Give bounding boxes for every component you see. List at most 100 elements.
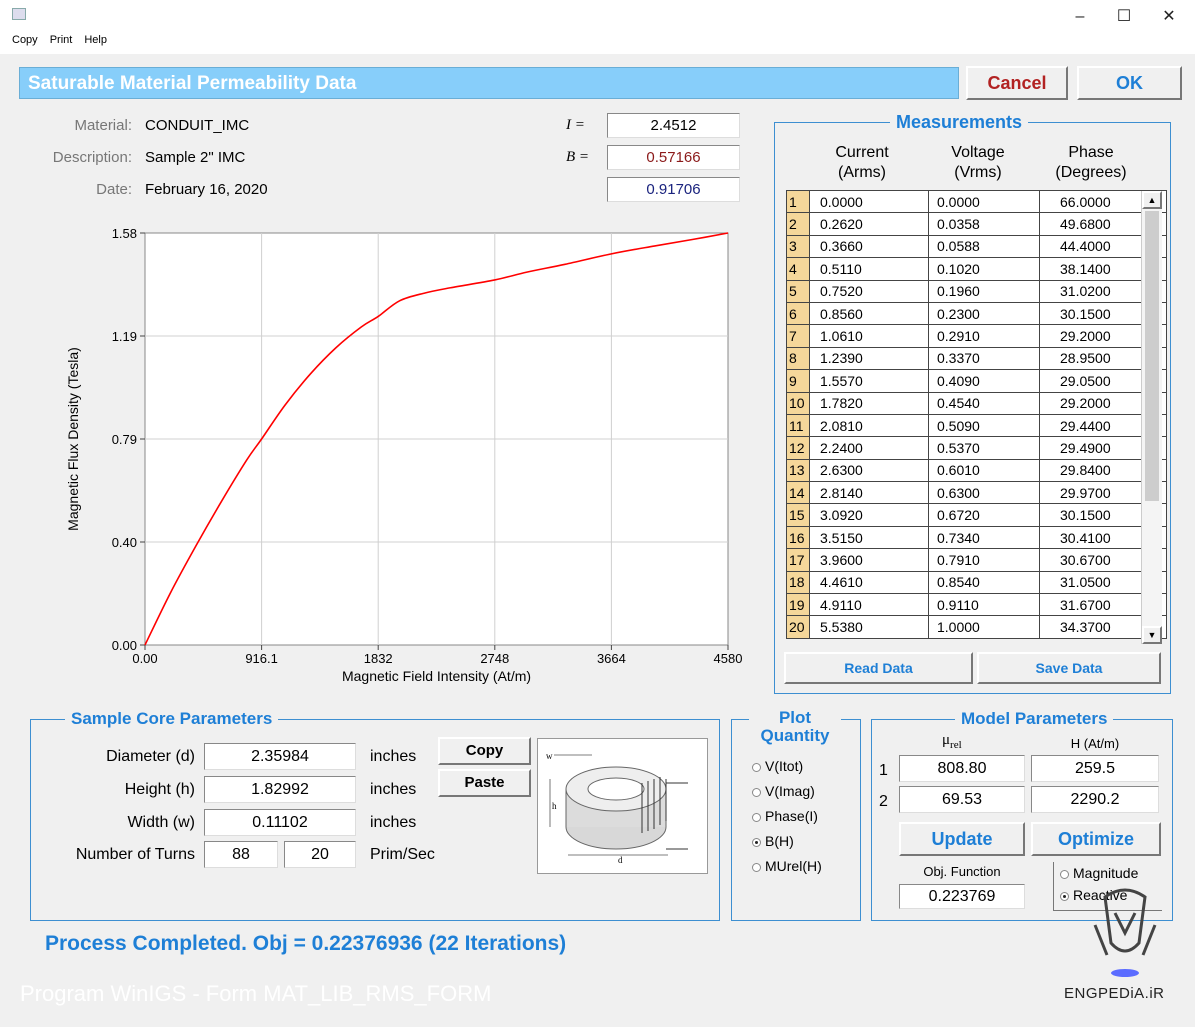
measurement-row[interactable]: 20 5.5380 1.0000 34.3700 [786,615,1167,639]
measurement-row[interactable]: 14 2.8140 0.6300 29.9700 [786,481,1167,505]
current-cell[interactable]: 4.4610 [809,570,929,595]
voltage-cell[interactable]: 0.6010 [928,458,1040,483]
measurements-table-container[interactable]: 1 0.0000 0.0000 66.0000 2 0.2620 0.0358 49.6800… [786,189,1167,639]
scrollbar[interactable]: ▲ ▼ [1141,191,1162,644]
current-cell[interactable]: 2.0810 [809,413,929,438]
current-cell[interactable]: 0.8560 [809,301,929,326]
plot-radio-b-h[interactable]: B(H) [752,833,822,858]
measurement-row[interactable]: 3 0.3660 0.0588 44.4000 [786,234,1167,259]
measurement-row[interactable]: 6 0.8560 0.2300 30.1500 [786,301,1167,326]
measurement-row[interactable]: 7 1.0610 0.2910 29.2000 [786,324,1167,348]
radio-circle-icon[interactable] [752,787,761,797]
objective-radio-magnitude[interactable]: Magnitude [1060,865,1138,887]
measurement-row[interactable]: 13 2.6300 0.6010 29.8400 [786,458,1167,483]
voltage-cell[interactable]: 0.3370 [928,346,1040,371]
measurement-row[interactable]: 2 0.2620 0.0358 49.6800 [786,212,1167,236]
current-cell[interactable]: 1.2390 [809,346,929,371]
voltage-cell[interactable]: 1.0000 [928,615,1040,639]
current-cell[interactable]: 1.0610 [809,324,929,348]
paste-button[interactable]: Paste [438,769,531,797]
voltage-cell[interactable]: 0.0588 [928,234,1040,259]
voltage-cell[interactable]: 0.5370 [928,436,1040,460]
optimize-button[interactable]: Optimize [1031,822,1161,856]
current-cell[interactable]: 3.9600 [809,548,929,572]
measurement-row[interactable]: 18 4.4610 0.8540 31.0500 [786,570,1167,595]
measurements-table[interactable]: 1 0.0000 0.0000 66.0000 2 0.2620 0.0358 49.6800… [786,189,1167,639]
radio-circle-icon[interactable] [752,862,761,872]
maximize-button[interactable]: ☐ [1101,4,1147,30]
voltage-cell[interactable]: 0.4090 [928,369,1040,393]
measurement-row[interactable]: 12 2.2400 0.5370 29.4900 [786,436,1167,460]
voltage-cell[interactable]: 0.1020 [928,257,1040,281]
current-cell[interactable]: 0.5110 [809,257,929,281]
voltage-cell[interactable]: 0.7910 [928,548,1040,572]
voltage-cell[interactable]: 0.9110 [928,593,1040,617]
close-button[interactable]: ✕ [1146,4,1192,30]
mu-rel-1-input[interactable]: 808.80 [899,755,1025,782]
voltage-cell[interactable]: 0.1960 [928,279,1040,303]
voltage-cell[interactable]: 0.2300 [928,301,1040,326]
h-1-input[interactable]: 259.5 [1031,755,1159,782]
scroll-thumb[interactable] [1145,211,1159,501]
save-data-button[interactable]: Save Data [977,652,1161,684]
current-cell[interactable]: 2.6300 [809,458,929,483]
radio-circle-icon[interactable] [752,762,761,772]
turns-sec-input[interactable]: 20 [284,841,356,868]
menu-copy[interactable]: Copy [12,34,38,46]
width-input[interactable]: 0.11102 [204,809,356,836]
current-cell[interactable]: 0.7520 [809,279,929,303]
current-cell[interactable]: 3.0920 [809,503,929,527]
voltage-cell[interactable]: 0.8540 [928,570,1040,595]
current-cell[interactable]: 3.5150 [809,525,929,550]
current-cell[interactable]: 4.9110 [809,593,929,617]
radio-circle-icon[interactable] [752,812,761,822]
current-cell[interactable]: 0.2620 [809,212,929,236]
minimize-button[interactable]: – [1057,4,1103,30]
menu-help[interactable]: Help [84,34,107,46]
measurement-row[interactable]: 11 2.0810 0.5090 29.4400 [786,413,1167,438]
current-cell[interactable]: 0.3660 [809,234,929,259]
measurement-row[interactable]: 4 0.5110 0.1020 38.1400 [786,257,1167,281]
height-input[interactable]: 1.82992 [204,776,356,803]
plot-radio-v-itot[interactable]: V(Itot) [752,758,822,783]
scroll-down-button[interactable]: ▼ [1142,626,1162,644]
current-cell[interactable]: 1.5570 [809,369,929,393]
measurement-row[interactable]: 10 1.7820 0.4540 29.2000 [786,391,1167,415]
voltage-cell[interactable]: 0.0358 [928,212,1040,236]
scroll-up-button[interactable]: ▲ [1142,191,1162,209]
radio-circle-icon[interactable] [752,837,761,847]
plot-radio-v-imag[interactable]: V(Imag) [752,783,822,808]
ok-button[interactable]: OK [1077,66,1182,100]
current-cell[interactable]: 2.2400 [809,436,929,460]
diameter-input[interactable]: 2.35984 [204,743,356,770]
copy-button[interactable]: Copy [438,737,531,765]
menu-print[interactable]: Print [50,34,73,46]
voltage-cell[interactable]: 0.0000 [928,189,1040,214]
h-2-input[interactable]: 2290.2 [1031,786,1159,813]
mu-rel-2-input[interactable]: 69.53 [899,786,1025,813]
cancel-button[interactable]: Cancel [966,66,1068,100]
voltage-cell[interactable]: 0.6720 [928,503,1040,527]
measurement-row[interactable]: 8 1.2390 0.3370 28.9500 [786,346,1167,371]
voltage-cell[interactable]: 0.6300 [928,481,1040,505]
voltage-cell[interactable]: 0.2910 [928,324,1040,348]
voltage-cell[interactable]: 0.5090 [928,413,1040,438]
current-cell[interactable]: 2.8140 [809,481,929,505]
current-cell[interactable]: 1.7820 [809,391,929,415]
update-button[interactable]: Update [899,822,1025,856]
turns-prim-input[interactable]: 88 [204,841,278,868]
radio-circle-icon[interactable] [1060,891,1069,901]
plot-radio-murel-h[interactable]: MUrel(H) [752,858,822,883]
voltage-cell[interactable]: 0.7340 [928,525,1040,550]
current-cell[interactable]: 5.5380 [809,615,929,639]
measurement-row[interactable]: 16 3.5150 0.7340 30.4100 [786,525,1167,550]
measurement-row[interactable]: 5 0.7520 0.1960 31.0200 [786,279,1167,303]
read-data-button[interactable]: Read Data [784,652,973,684]
current-cell[interactable]: 0.0000 [809,189,929,214]
voltage-cell[interactable]: 0.4540 [928,391,1040,415]
plot-radio-phase-i[interactable]: Phase(I) [752,808,822,833]
radio-circle-icon[interactable] [1060,869,1069,879]
measurement-row[interactable]: 17 3.9600 0.7910 30.6700 [786,548,1167,572]
measurement-row[interactable]: 15 3.0920 0.6720 30.1500 [786,503,1167,527]
measurement-row[interactable]: 1 0.0000 0.0000 66.0000 [786,189,1167,214]
